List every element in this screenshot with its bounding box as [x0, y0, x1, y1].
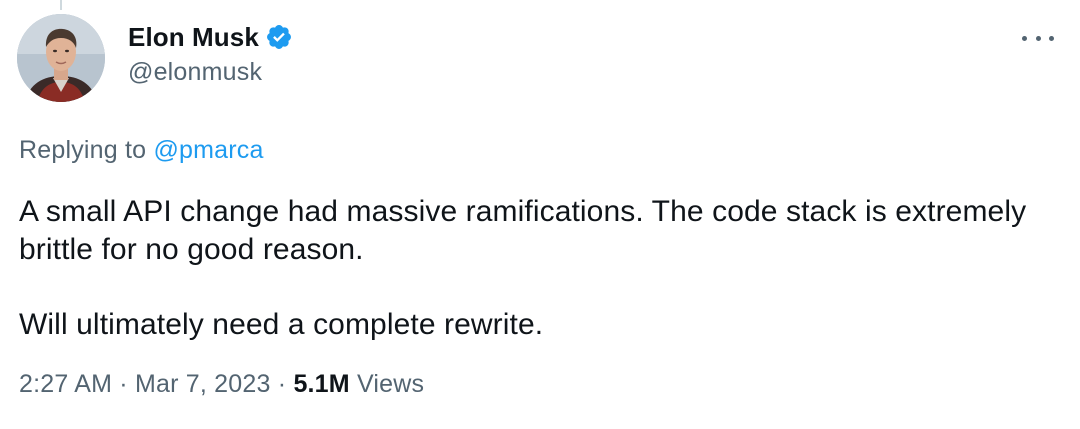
replying-to-line: Replying to @pmarca [19, 136, 264, 165]
tweet-text: A small API change had massive ramificat… [19, 193, 1059, 344]
more-options-button[interactable] [1022, 28, 1054, 48]
author-name-row: Elon Musk [128, 18, 293, 56]
avatar[interactable] [17, 14, 105, 102]
author-display-name[interactable]: Elon Musk [128, 22, 259, 53]
tweet-time: 2:27 AM [19, 370, 113, 398]
more-options-icon [1022, 35, 1027, 41]
tweet-date: Mar 7, 2023 [134, 370, 271, 398]
views-label: Views [356, 370, 425, 398]
more-options-icon-dot [1035, 35, 1041, 41]
verified-badge-icon[interactable] [265, 23, 293, 51]
replying-to-handle-link[interactable]: @pmarca [153, 136, 263, 164]
avatar-image [17, 14, 105, 102]
author-handle[interactable]: @elonmusk [128, 58, 293, 87]
meta-separator: · [119, 370, 128, 398]
views-count: 5.1M [293, 370, 350, 398]
replying-to-label: Replying to [19, 136, 147, 164]
tweet: Elon Musk @elonmusk Replying to @pmarca … [0, 0, 1080, 429]
more-options-icon-dot [1049, 35, 1054, 41]
tweet-paragraph: A small API change had massive ramificat… [19, 195, 1027, 266]
tweet-metadata: 2:27 AM · Mar 7, 2023 · 5.1M Views [19, 370, 424, 399]
meta-separator: · [277, 370, 287, 398]
author-block: Elon Musk @elonmusk [128, 18, 293, 87]
tweet-paragraph: Will ultimately need a complete rewrite. [19, 308, 544, 341]
tweet-timestamp-link[interactable]: 2:27 AM · Mar 7, 2023 [19, 370, 278, 398]
